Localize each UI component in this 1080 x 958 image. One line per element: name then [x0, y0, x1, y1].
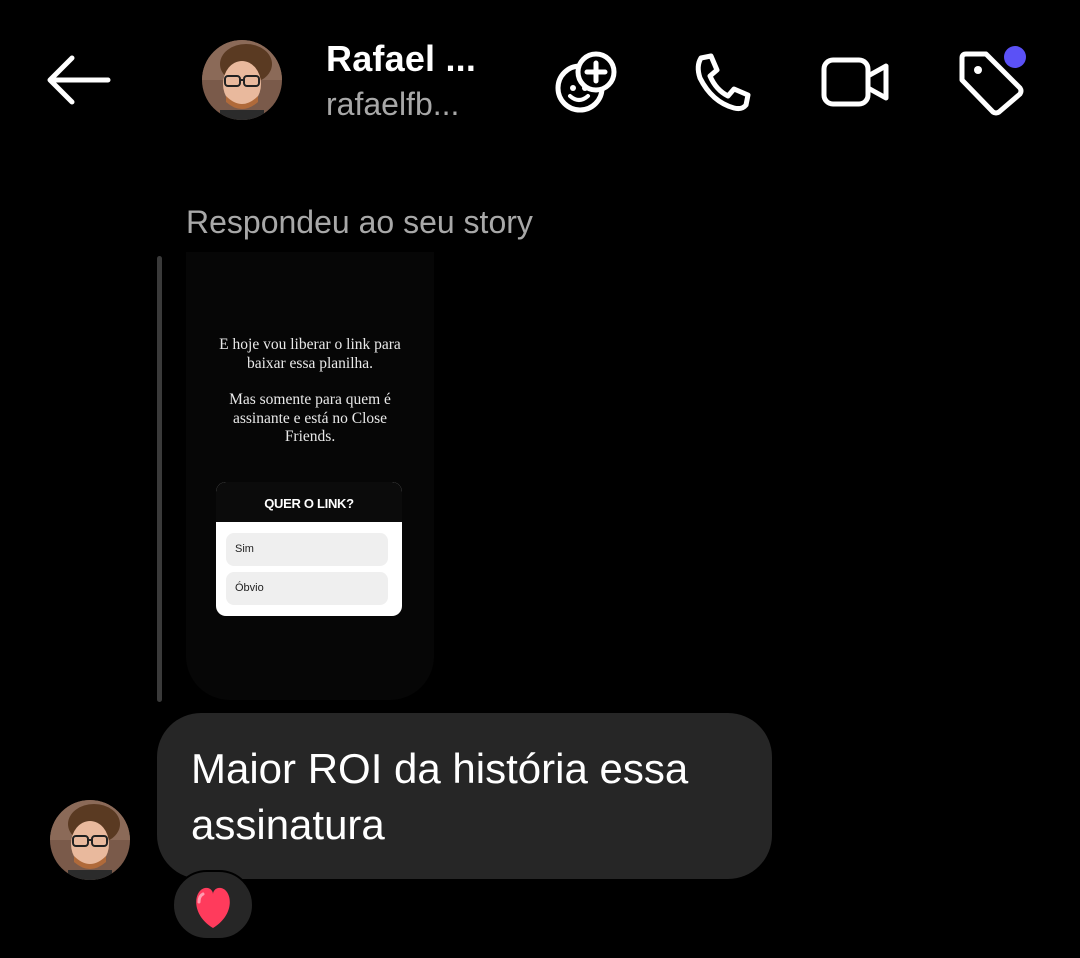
phone-icon	[695, 53, 751, 112]
poll-question: QUER O LINK?	[216, 482, 402, 522]
video-call-button[interactable]	[818, 44, 894, 120]
poll-option: Sim	[226, 533, 388, 566]
avatar-image	[50, 800, 130, 880]
story-text-line2: Mas somente para quem é assinante e está…	[229, 391, 391, 445]
contact-avatar[interactable]	[202, 40, 282, 120]
sticker-plus-icon	[555, 51, 617, 113]
call-button[interactable]	[684, 44, 760, 120]
reply-indicator-bar	[157, 256, 162, 702]
contact-username[interactable]: rafaelfb...	[326, 86, 459, 123]
back-button[interactable]	[40, 50, 116, 110]
poll-option: Óbvio	[226, 572, 388, 605]
avatar-image	[202, 40, 282, 120]
story-poll-sticker: QUER O LINK? Sim Óbvio	[216, 482, 402, 616]
contact-name[interactable]: Rafael ...	[326, 38, 476, 80]
story-text-line1: E hoje vou liberar o link para baixar es…	[219, 336, 401, 372]
sender-avatar[interactable]	[50, 800, 130, 880]
arrow-left-icon	[47, 55, 111, 105]
notification-dot	[1004, 46, 1026, 68]
story-preview[interactable]: E hoje vou liberar o link para baixar es…	[186, 252, 434, 700]
heart-icon	[196, 887, 230, 928]
reaction-badge[interactable]	[172, 870, 254, 940]
message-bubble[interactable]: Maior ROI da história essa assinatura	[157, 713, 772, 879]
effects-button[interactable]	[548, 44, 624, 120]
video-camera-icon	[821, 57, 889, 107]
story-reply-label: Respondeu ao seu story	[186, 204, 533, 240]
